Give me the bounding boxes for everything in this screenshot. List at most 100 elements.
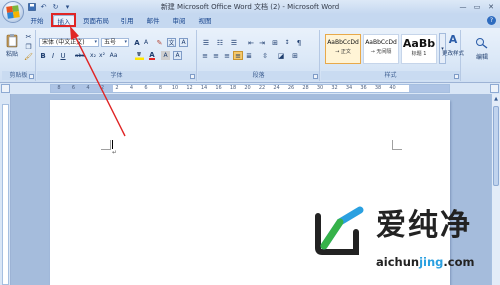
show-marks-icon[interactable]: ¶	[294, 38, 304, 47]
char-border-icon[interactable]: A	[173, 51, 182, 60]
office-logo-icon	[6, 5, 20, 19]
align-left-icon[interactable]: ≡	[200, 51, 210, 60]
format-painter-icon[interactable]: 🖌	[24, 53, 33, 61]
clipboard-launcher-icon[interactable]	[29, 74, 34, 79]
char-shading-icon[interactable]: A	[161, 51, 170, 60]
ruler-number: 36	[360, 85, 367, 91]
highlight-color-icon[interactable]	[134, 51, 144, 60]
office-button[interactable]	[2, 1, 24, 23]
numbering-icon[interactable]: ☷	[214, 38, 226, 47]
ruler-number: 8	[57, 85, 61, 91]
watermark: 爱纯净 aichunjing.com	[306, 200, 500, 285]
multilevel-list-icon[interactable]: ☰	[228, 38, 240, 47]
margin-corner-top-left	[101, 140, 111, 150]
font-size-select[interactable]: 五号 ▾	[101, 38, 129, 47]
customize-icon[interactable]: ▾	[63, 2, 72, 11]
strikethrough-button[interactable]: abc	[73, 51, 87, 60]
shading-icon[interactable]: ◪	[276, 51, 286, 60]
font-group-label: 字体	[37, 71, 196, 80]
close-icon[interactable]: ✕	[485, 1, 497, 12]
font-launcher-icon[interactable]	[190, 74, 195, 79]
paste-label[interactable]: 粘贴	[3, 49, 21, 58]
superscript-icon[interactable]: x²	[98, 51, 106, 60]
style-heading-1[interactable]: AaBb 标题 1	[401, 34, 437, 64]
ruler-number: 26	[287, 85, 295, 91]
copy-icon[interactable]: ❐	[24, 43, 33, 51]
font-name-select[interactable]: 宋体 (中文正文) ▾	[39, 38, 99, 47]
shrink-font-button[interactable]: A	[142, 38, 150, 47]
decrease-indent-icon[interactable]: ⇤	[246, 38, 256, 47]
minimize-icon[interactable]: —	[457, 1, 469, 12]
sort-icon[interactable]: ↕	[282, 38, 292, 47]
italic-button[interactable]: I	[49, 51, 57, 60]
grow-font-button[interactable]: A	[133, 38, 141, 47]
editing-label[interactable]: 编辑	[471, 52, 493, 61]
subscript-icon[interactable]: x₂	[89, 51, 97, 60]
ruler-number: 38	[374, 85, 382, 91]
watermark-title: 爱纯净	[376, 208, 472, 243]
chevron-down-icon: ▾	[124, 39, 127, 45]
align-right-icon[interactable]: ≡	[222, 51, 232, 60]
phonetic-guide-button[interactable]: 文	[167, 38, 176, 47]
style-sample: AaBbCcDd	[365, 39, 397, 46]
view-ruler-icon[interactable]	[490, 84, 499, 93]
margin-corner-top-right	[392, 140, 402, 150]
horizontal-ruler[interactable]: 8 6 4 2 2 4 6 8 10 12 14 16 18 20 22 24 26 28 30 32 34 36 38 40	[50, 84, 450, 93]
underline-button[interactable]: U	[59, 51, 67, 60]
tab-mailings[interactable]: 邮件	[144, 15, 162, 27]
styles-launcher-icon[interactable]	[454, 74, 459, 79]
increase-indent-icon[interactable]: ⇥	[257, 38, 267, 47]
line-spacing-icon[interactable]: ⇳	[260, 51, 270, 60]
save-icon[interactable]	[27, 2, 36, 11]
ruler-number: 32	[331, 85, 338, 91]
vertical-ruler[interactable]	[0, 94, 11, 285]
chevron-down-icon: ▾	[94, 39, 97, 45]
font-color-label: A	[149, 50, 155, 60]
undo-icon[interactable]: ↶	[39, 2, 48, 11]
window-controls: — ▭ ✕	[457, 1, 497, 12]
ruler-number: 12	[186, 85, 193, 91]
paragraph-group: ☰ ☷ ☰ ⇤ ⇥ ⊞ ↕ ¶ ≡ ≡ ≡ ≡ ≣ ⇳ ◪ ⊞ 段落	[198, 30, 320, 81]
tab-review[interactable]: 审阅	[170, 15, 188, 27]
change-styles-button[interactable]: A	[443, 31, 463, 47]
ruler-number: 10	[171, 85, 179, 91]
tab-selector-icon[interactable]	[1, 84, 10, 93]
font-color-button[interactable]: A	[147, 51, 157, 60]
watermark-logo	[315, 206, 364, 255]
find-icon[interactable]	[474, 36, 490, 50]
chinese-layout-icon[interactable]: ⊞	[270, 38, 280, 47]
title-bar: 新建 Microsoft Office Word 文档 (2) - Micros…	[0, 0, 500, 14]
redo-icon[interactable]: ↻	[51, 2, 60, 11]
maximize-icon[interactable]: ▭	[471, 1, 483, 12]
paragraph-launcher-icon[interactable]	[313, 74, 318, 79]
style-normal[interactable]: AaBbCcDd → 正文	[325, 34, 361, 64]
tab-home[interactable]: 开始	[28, 15, 46, 27]
bullets-icon[interactable]: ☰	[200, 38, 212, 47]
enclose-char-icon[interactable]: A	[179, 38, 188, 47]
tab-view[interactable]: 视图	[196, 15, 214, 27]
quick-access-toolbar: ↶ ↻ ▾	[27, 2, 72, 11]
scrollbar-thumb[interactable]	[493, 106, 499, 186]
scroll-up-icon[interactable]: ▲	[492, 95, 500, 103]
help-icon[interactable]: ?	[487, 16, 496, 25]
annotation-highlight-box	[51, 13, 76, 27]
clear-format-icon[interactable]: ✎	[155, 38, 164, 47]
change-case-button[interactable]: Aa	[109, 51, 118, 60]
justify-icon[interactable]: ≡	[233, 51, 243, 60]
distributed-icon[interactable]: ≣	[244, 51, 254, 60]
borders-icon[interactable]: ⊞	[290, 51, 300, 60]
bold-button[interactable]: B	[39, 51, 47, 60]
cut-icon[interactable]: ✂	[24, 33, 33, 41]
paste-icon[interactable]	[6, 32, 18, 48]
ruler-number: 4	[86, 85, 90, 91]
tab-page-layout[interactable]: 页面布局	[82, 15, 110, 27]
style-no-spacing[interactable]: AaBbCcDd → 无间隔	[363, 34, 399, 64]
window-title: 新建 Microsoft Office Word 文档 (2) - Micros…	[160, 3, 340, 11]
align-center-icon[interactable]: ≡	[211, 51, 221, 60]
style-sample: AaBb	[402, 37, 436, 50]
ruler-number: 22	[258, 85, 266, 91]
tab-references[interactable]: 引用	[118, 15, 136, 27]
change-styles-label[interactable]: 更改样式	[440, 49, 466, 57]
style-name: → 正文	[335, 49, 351, 55]
ruler-number: 20	[244, 85, 251, 91]
